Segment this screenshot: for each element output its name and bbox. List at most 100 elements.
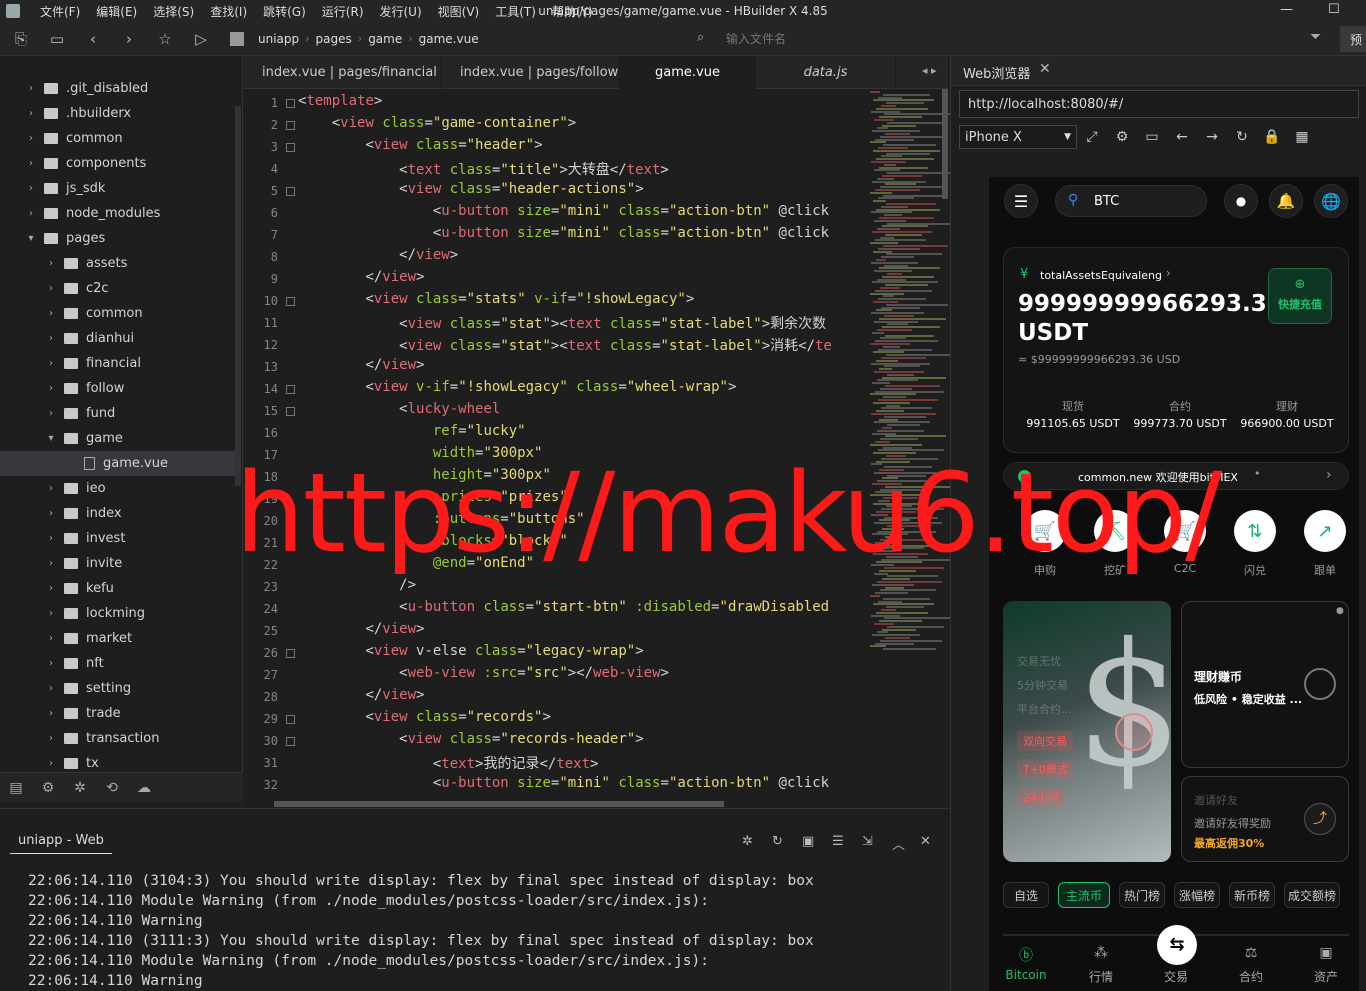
menu-item[interactable]: 查找(I) — [202, 3, 255, 20]
settings-icon[interactable]: ⚙ — [1107, 129, 1137, 145]
run-icon[interactable]: ▷ — [186, 24, 216, 54]
fold-toggle-icon[interactable] — [286, 187, 295, 196]
code-line[interactable]: :prizes="prizes" — [298, 489, 568, 505]
chevron-down-icon[interactable]: ▾ — [44, 433, 58, 444]
menu-item[interactable]: 编辑(E) — [88, 3, 145, 20]
bookmark-star-icon[interactable]: ☆ — [150, 24, 180, 54]
chevron-right-icon[interactable]: › — [44, 408, 58, 419]
quick-action-button[interactable]: 🛒 — [1164, 510, 1206, 552]
chevron-right-icon[interactable]: › — [44, 283, 58, 294]
tree-item[interactable]: › setting — [0, 676, 235, 701]
code-line[interactable]: <view class="header"> — [298, 137, 542, 153]
code-line[interactable]: <u-button size="mini" class="action-btn"… — [298, 775, 829, 791]
chevron-right-icon[interactable]: › — [44, 333, 58, 344]
chevron-right-icon[interactable]: › — [44, 308, 58, 319]
fold-toggle-icon[interactable] — [286, 649, 295, 658]
editor-tab[interactable]: data.js — [756, 56, 896, 89]
chevron-right-icon[interactable]: › — [44, 658, 58, 669]
chevron-right-icon[interactable]: › — [44, 633, 58, 644]
tree-item[interactable]: › node_modules — [0, 201, 235, 226]
menu-item[interactable]: 选择(S) — [145, 3, 202, 20]
code-line[interactable]: <view class="game-container"> — [298, 115, 576, 131]
trade-swap-icon[interactable]: ⇆ — [1157, 925, 1197, 965]
chevron-right-icon[interactable]: › — [44, 708, 58, 719]
chevron-right-icon[interactable]: › — [24, 208, 38, 219]
code-line[interactable]: <web-view :src="src"></web-view> — [298, 665, 669, 681]
notice-bar[interactable]: common.new 欢迎使用bitMEX • › — [1003, 462, 1349, 490]
breadcrumb-item[interactable]: game — [368, 32, 402, 46]
tree-item[interactable]: › .hbuilderx — [0, 101, 235, 126]
quick-action-button[interactable]: ↗ — [1304, 510, 1346, 552]
code-line[interactable]: ref="lucky" — [298, 423, 526, 439]
refresh-icon[interactable]: ↻ — [1227, 129, 1257, 145]
chevron-right-icon[interactable]: › — [44, 258, 58, 269]
nav-item[interactable]: 行情 — [1071, 968, 1131, 985]
tree-item[interactable]: › invite — [0, 551, 235, 576]
tree-item[interactable]: › invest — [0, 526, 235, 551]
tree-item[interactable]: › js_sdk — [0, 176, 235, 201]
code-line[interactable]: <text class="title">大转盘</text> — [298, 159, 669, 179]
quick-recharge-button[interactable]: ⊕ 快捷充值 — [1268, 268, 1332, 324]
collapse-icon[interactable]: ︿ — [892, 834, 905, 853]
filter-log-icon[interactable]: ☰ — [832, 834, 844, 849]
code-line[interactable]: <text>我的记录</text> — [298, 753, 599, 773]
chevron-right-icon[interactable]: › — [44, 583, 58, 594]
code-line[interactable]: <view class="stat"><text class="stat-lab… — [298, 313, 826, 333]
fold-toggle-icon[interactable] — [286, 715, 295, 724]
chevron-right-icon[interactable]: › — [44, 508, 58, 519]
browser-tab[interactable]: Web浏览器 ✕ — [951, 56, 1366, 86]
code-line[interactable]: <view v-if="!showLegacy" class="wheel-wr… — [298, 379, 736, 395]
tree-item[interactable]: › nft — [0, 651, 235, 676]
category-tab[interactable]: 成交额榜 — [1284, 882, 1340, 908]
console-tab[interactable]: uniapp - Web — [10, 833, 112, 854]
code-line[interactable]: <lucky-wheel — [298, 401, 500, 417]
search-box[interactable]: ⚲ BTC — [1055, 185, 1207, 217]
category-tab[interactable]: 新币榜 — [1229, 882, 1275, 908]
fold-toggle-icon[interactable] — [286, 385, 295, 394]
minimap[interactable] — [868, 89, 956, 800]
fold-toggle-icon[interactable] — [286, 407, 295, 416]
nav-item[interactable]: 合约 — [1221, 968, 1281, 985]
explorer-icon[interactable]: ▤ — [0, 780, 32, 796]
code-line[interactable]: <view class="stats" v-if="!showLegacy"> — [298, 291, 694, 307]
quick-action-button[interactable]: ⇅ — [1234, 510, 1276, 552]
git-icon[interactable]: ⟲ — [96, 780, 128, 796]
back-arrow-icon[interactable]: ← — [1167, 129, 1197, 145]
filter-icon[interactable]: ⏷ — [1310, 29, 1321, 45]
tree-item[interactable]: › ieo — [0, 476, 235, 501]
lock-icon[interactable]: 🔒 — [1257, 129, 1287, 145]
maximize-icon[interactable]: ☐ — [1328, 2, 1340, 17]
promo-banner[interactable]: $ 交易无忧 5分钟交易 平台合约... 双向交易 T+0模式 24小时 — [1003, 601, 1171, 862]
category-tab[interactable]: 热门榜 — [1119, 882, 1165, 908]
export-icon[interactable]: ⇲ — [862, 834, 873, 849]
chevron-right-icon[interactable]: › — [44, 358, 58, 369]
menu-item[interactable]: 帮助(Y) — [544, 3, 601, 20]
debug-icon[interactable]: ✲ — [64, 780, 96, 796]
nav-item[interactable]: 交易 — [1146, 968, 1206, 985]
breadcrumb-item[interactable]: pages — [316, 32, 352, 46]
chevron-right-icon[interactable]: › — [44, 608, 58, 619]
preview-button[interactable]: 预 — [1340, 26, 1366, 52]
menu-item[interactable]: 工具(T) — [487, 3, 544, 20]
rotate-icon[interactable]: ⤢ — [1077, 129, 1107, 145]
tree-item[interactable]: › follow — [0, 376, 235, 401]
restart-icon[interactable]: ↻ — [772, 834, 783, 849]
chevron-right-icon[interactable]: › — [44, 558, 58, 569]
file-name-input[interactable] — [700, 26, 1270, 52]
globe-icon[interactable]: 🌐 — [1314, 184, 1348, 218]
category-tab[interactable]: 主流币 — [1058, 882, 1110, 908]
tab-scroll-icon[interactable]: ◂ ▸ — [922, 64, 937, 77]
tree-item[interactable]: › .git_disabled — [0, 76, 235, 101]
editor-horizontal-scrollbar[interactable] — [244, 800, 948, 808]
code-line[interactable]: @end="onEnd" — [298, 555, 534, 571]
code-line[interactable]: :blocks="blocks" — [298, 533, 568, 549]
fold-toggle-icon[interactable] — [286, 737, 295, 746]
code-line[interactable]: <template> — [298, 93, 382, 109]
tree-item[interactable]: › assets — [0, 251, 235, 276]
chevron-right-icon[interactable]: › — [24, 133, 38, 144]
quick-action-button[interactable]: 🛒 — [1024, 510, 1066, 552]
fold-toggle-icon[interactable] — [286, 121, 295, 130]
editor-tab[interactable]: index.vue | pages/follow — [442, 56, 620, 89]
code-line[interactable]: <view class="records-header"> — [298, 731, 643, 747]
tree-item[interactable]: › trade — [0, 701, 235, 726]
